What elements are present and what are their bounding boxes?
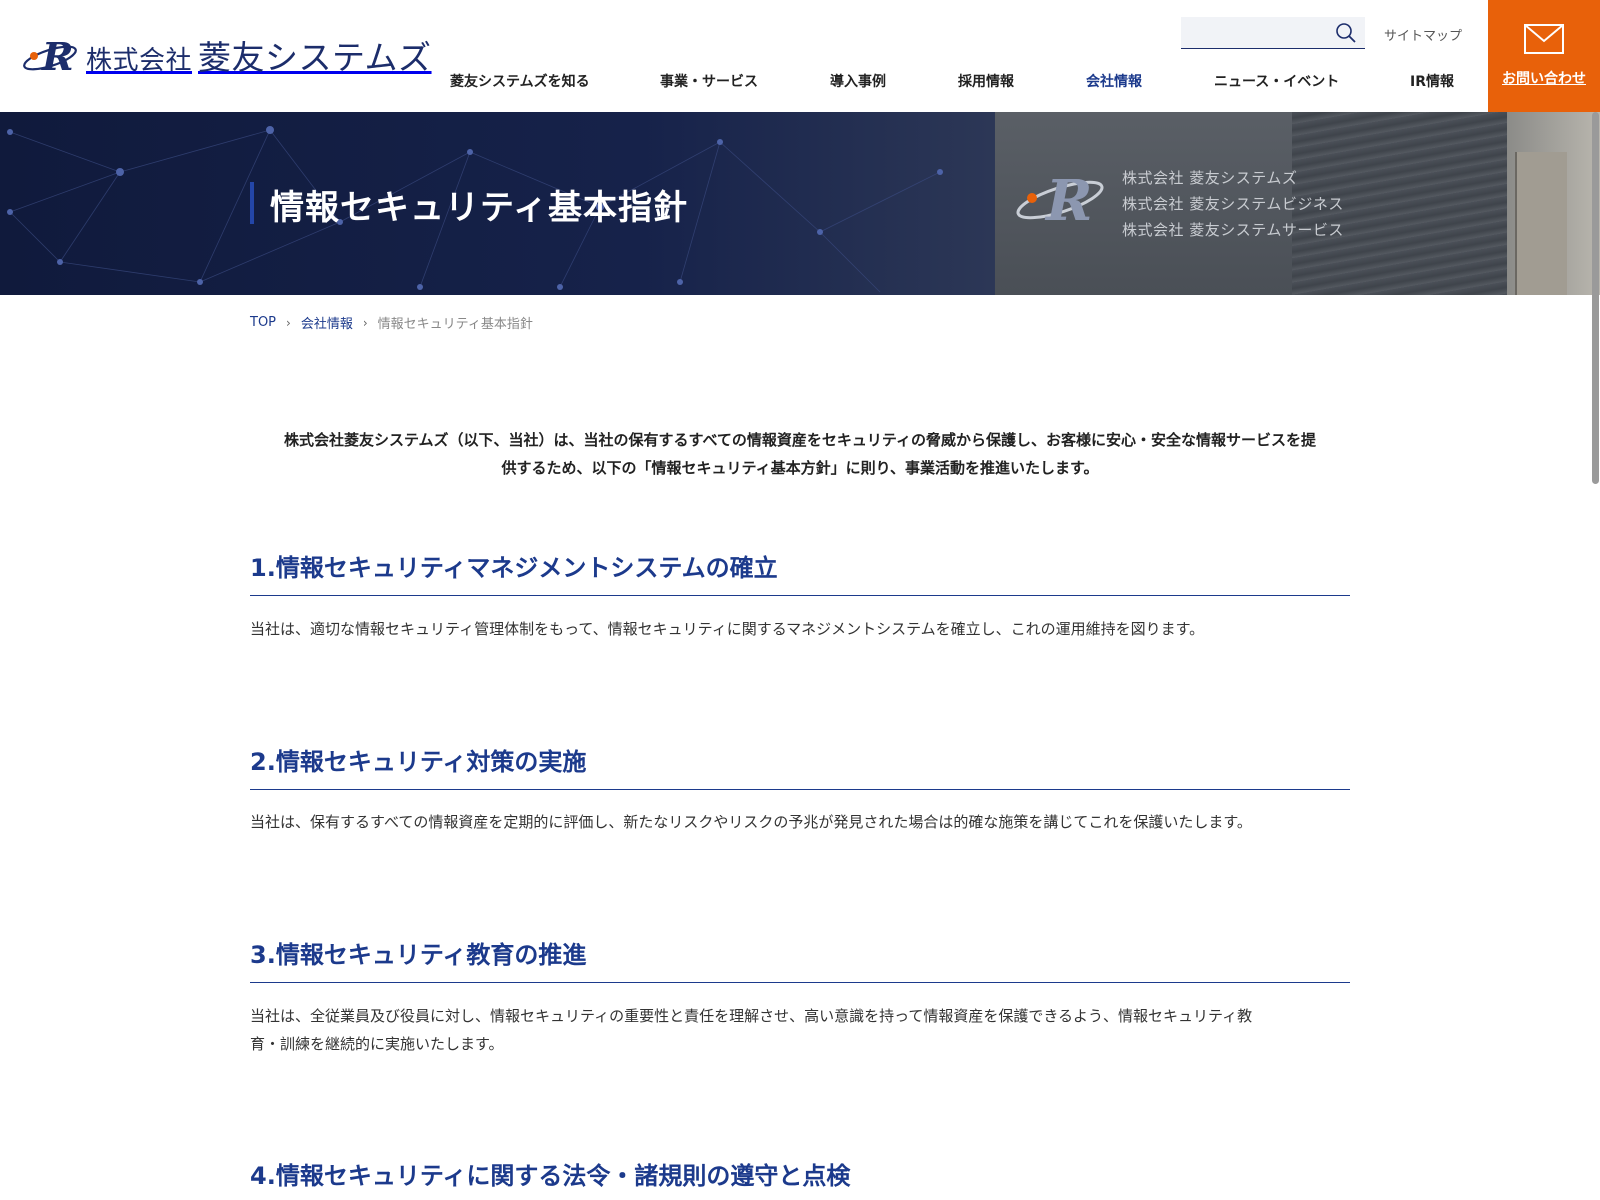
global-nav: 菱友システムズを知る 事業・サービス 導入事例 採用情報 会社情報 ニュース・イ…	[0, 71, 1488, 91]
hero-title-accent	[250, 182, 254, 224]
sign-logo-icon: R	[1016, 168, 1104, 232]
nav-item-about[interactable]: 菱友システムズを知る	[450, 71, 590, 91]
intro-line-1: 株式会社菱友システムズ（以下、当社）は、当社の保有するすべての情報資産をセキュリ…	[283, 431, 1316, 449]
nav-item-company[interactable]: 会社情報	[1086, 71, 1142, 91]
section-3-body-line-1: 当社は、全従業員及び役員に対し、情報セキュリティの重要性と責任を理解させ、高い意…	[250, 1007, 1253, 1025]
breadcrumb-company-link[interactable]: 会社情報	[301, 313, 353, 332]
contact-label: お問い合わせ	[1502, 71, 1586, 87]
breadcrumb: TOP › 会社情報 › 情報セキュリティ基本指針	[250, 313, 533, 332]
chevron-right-icon: ›	[286, 315, 291, 330]
breadcrumb-top-link[interactable]: TOP	[250, 315, 276, 330]
nav-item-recruit[interactable]: 採用情報	[958, 71, 1014, 91]
svg-text:R: R	[1044, 168, 1093, 232]
breadcrumb-current: 情報セキュリティ基本指針	[377, 317, 533, 332]
chevron-right-icon: ›	[362, 315, 368, 330]
site-header: R 株式会社 菱友システムズ サイトマップ 菱友システムズを知る 事業・サービス …	[0, 0, 1600, 112]
section-1-title: 1.情報セキュリティマネジメントシステムの確立	[250, 548, 1350, 596]
sign-line-2: 株式会社 菱友システムビジネス	[1122, 195, 1344, 213]
scrollbar-thumb[interactable]	[1592, 112, 1599, 484]
search-icon[interactable]	[1335, 22, 1357, 44]
page-scrollbar	[1590, 0, 1600, 1200]
nav-item-news[interactable]: ニュース・イベント	[1214, 71, 1339, 91]
sitemap-link[interactable]: サイトマップ	[1384, 25, 1462, 44]
section-2-body: 当社は、保有するすべての情報資産を定期的に評価し、新たなリスクやリスクの予兆が発…	[250, 813, 1252, 831]
page-title: 情報セキュリティ基本指針	[270, 188, 688, 228]
mail-icon	[1524, 24, 1564, 54]
section-3-title: 3.情報セキュリティ教育の推進	[250, 935, 1350, 983]
section-2-title: 2.情報セキュリティ対策の実施	[250, 742, 1350, 790]
hero-company-sign: R 株式会社 菱友システムズ 株式会社 菱友システムビジネス 株式会社 菱友シス…	[1010, 157, 1343, 257]
intro-line-2: 供するため、以下の「情報セキュリティ基本方針」に則り、事業活動を推進いたします。	[501, 459, 1099, 477]
sign-line-1: 株式会社 菱友システムズ	[1122, 169, 1298, 187]
section-3-body: 当社は、全従業員及び役員に対し、情報セキュリティの重要性と責任を理解させ、高い意…	[250, 1002, 1330, 1058]
sign-line-3: 株式会社 菱友システムサービス	[1122, 221, 1344, 239]
section-3-body-line-2: 育・訓練を継続的に実施いたします。	[250, 1035, 504, 1053]
site-search	[1181, 17, 1365, 49]
nav-item-ir[interactable]: IR情報	[1410, 71, 1454, 91]
section-4-title: 4.情報セキュリティに関する法令・諸規則の遵守と点検	[250, 1156, 1350, 1200]
nav-item-cases[interactable]: 導入事例	[830, 71, 886, 91]
search-input[interactable]	[1181, 17, 1331, 47]
contact-button[interactable]: お問い合わせ	[1488, 0, 1600, 112]
hero-photo-door	[1515, 152, 1567, 295]
section-1-body: 当社は、適切な情報セキュリティ管理体制をもって、情報セキュリティに関するマネジメ…	[250, 620, 1205, 638]
page-hero: R 株式会社 菱友システムズ 株式会社 菱友システムビジネス 株式会社 菱友シス…	[0, 112, 1600, 295]
intro-text: 株式会社菱友システムズ（以下、当社）は、当社の保有するすべての情報資産をセキュリ…	[250, 426, 1350, 482]
nav-item-services[interactable]: 事業・サービス	[660, 71, 758, 91]
